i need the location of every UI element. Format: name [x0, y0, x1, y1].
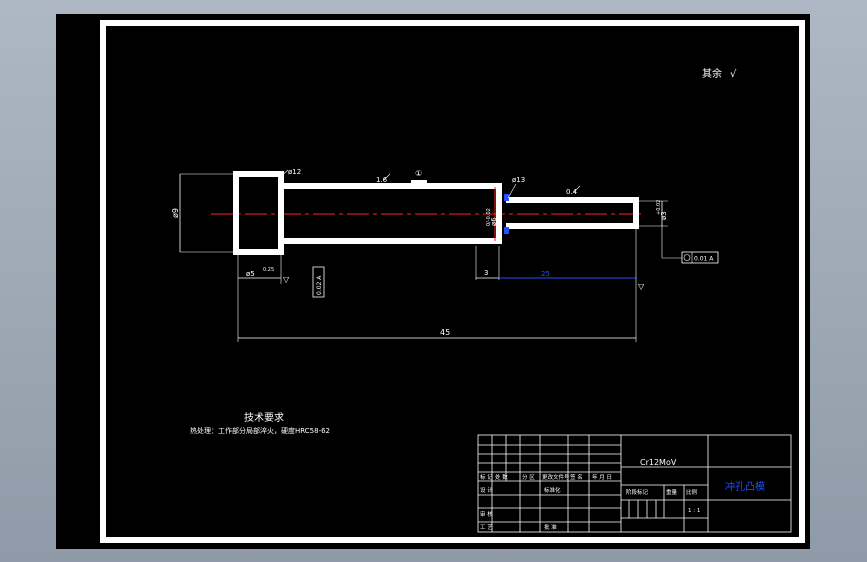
tb-material: Cr12MoV [640, 458, 677, 467]
tb-col-zone: 分 区 [522, 473, 535, 481]
tb-scale-value: 1 : 1 [688, 508, 700, 514]
tb-design: 设 计 [480, 486, 493, 494]
tb-col-date: 年 月 日 [592, 473, 612, 481]
tb-part-name: 冲孔凸模 [725, 480, 765, 493]
svg-text:▽: ▽ [638, 282, 645, 291]
tb-scale-header: 比例 [686, 488, 698, 496]
tech-title: 技术要求 [244, 411, 284, 424]
drawing-canvas: 其余 √ ø9 ø12 1.6 ① ø13 ø6 0/-0.02 0.4 ø3 … [100, 20, 805, 543]
gauge-mark: ① [415, 169, 422, 178]
tb-weight-header: 重量 [666, 488, 678, 496]
fcf-left-text: 0.02 A [316, 275, 323, 295]
tb-check: 审 核 [480, 510, 493, 518]
svg-text:▽: ▽ [283, 275, 290, 284]
tb-standardize: 标准化 [544, 486, 561, 494]
tb-col-count: 处 数 [495, 473, 508, 481]
roughness-symbol: √ [730, 69, 737, 80]
dim-head-pos-tol: 0.25 [263, 267, 274, 273]
cad-viewport[interactable]: 其余 √ ø9 ø12 1.6 ① ø13 ø6 0/-0.02 0.4 ø3 … [56, 14, 810, 549]
tb-col-sign: 签 名 [570, 473, 583, 481]
tb-process: 工 艺 [480, 524, 493, 531]
tip-roughness: 0.4 [566, 188, 578, 196]
punch-head [233, 171, 284, 255]
dim-tip-tol: +0.02 [656, 200, 662, 215]
dim-head-pos: ø5 [246, 270, 255, 278]
dim-head-chamfer: ø12 [288, 168, 301, 176]
tech-line: 热处理：工作部分局部淬火，硬度HRC58-62 [190, 426, 330, 435]
dim-total-length: 45 [440, 328, 450, 337]
fcf-right-text: 0.01 A [694, 256, 714, 263]
tb-stage-header: 阶段标记 [626, 488, 649, 496]
tb-col-doc: 更改文件号 [542, 473, 570, 481]
surface-note: 其余 [702, 67, 722, 80]
sheet-border [100, 20, 805, 543]
tb-col-mark: 标 记 [480, 473, 493, 481]
dim-tip-length: 25 [541, 270, 550, 278]
groove-mark: ø13 [512, 176, 525, 184]
gauge-block [411, 180, 427, 184]
dim-head-dia: ø9 [171, 208, 180, 218]
edge-marker-bottom [504, 227, 509, 234]
dim-gap: 3 [484, 269, 488, 277]
body-roughness: 1.6 [376, 176, 388, 184]
tb-approve: 批 准 [544, 523, 557, 531]
dim-body-tol: 0/-0.02 [486, 208, 492, 226]
punch-tip [506, 197, 639, 229]
